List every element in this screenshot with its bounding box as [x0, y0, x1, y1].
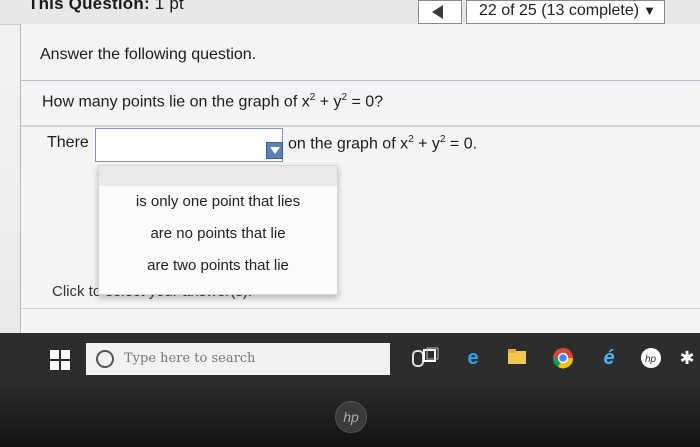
- dropdown-option[interactable]: are two points that lie: [99, 250, 337, 282]
- previous-question-button[interactable]: [418, 0, 462, 24]
- arrow-left-icon: [432, 5, 443, 19]
- chevron-down-icon: ▼: [643, 3, 656, 18]
- dropdown-arrow-icon[interactable]: [266, 142, 283, 159]
- answer-dropdown[interactable]: [95, 128, 283, 162]
- suffix-text-2: + y: [413, 135, 440, 153]
- dropdown-option[interactable]: are no points that lie: [99, 218, 337, 250]
- instruction-text: Answer the following question.: [40, 46, 257, 63]
- answer-prefix: There: [47, 134, 89, 151]
- suffix-text-1: on the graph of x: [288, 135, 409, 153]
- hp-icon[interactable]: hp: [640, 347, 662, 369]
- divider: [21, 308, 700, 309]
- prompt-text-2: + y: [315, 93, 342, 111]
- dropdown-option[interactable]: is only one point that lies: [99, 186, 337, 218]
- prompt-text-1: How many points lie on the graph of x: [42, 93, 310, 111]
- hp-logo: hp: [335, 401, 367, 433]
- cortana-circle-icon: [96, 350, 114, 368]
- taskbar: Type here to search e é hp ✱: [0, 333, 700, 385]
- prompt-text-3: = 0?: [347, 93, 384, 111]
- dropdown-menu: is only one point that lies are no point…: [98, 165, 338, 295]
- browser-viewport: This Question: 1 pt 22 of 25 (13 complet…: [0, 0, 700, 333]
- laptop-bezel: hp: [0, 385, 700, 447]
- question-prompt: How many points lie on the graph of x2 +…: [42, 92, 383, 111]
- file-explorer-icon[interactable]: [506, 347, 528, 369]
- dropdown-option-blank[interactable]: [99, 166, 337, 186]
- divider: [21, 125, 700, 127]
- task-view-icon[interactable]: [420, 347, 442, 369]
- answer-suffix: on the graph of x2 + y2 = 0.: [288, 134, 477, 153]
- taskbar-search-input[interactable]: Type here to search: [86, 343, 390, 375]
- windows-icon[interactable]: [50, 350, 70, 370]
- search-placeholder: Type here to search: [124, 351, 256, 366]
- ie-icon[interactable]: é: [598, 347, 620, 369]
- question-header-bar: This Question: 1 pt 22 of 25 (13 complet…: [0, 0, 700, 25]
- question-points: 1 pt: [154, 0, 184, 13]
- question-title: This Question: 1 pt: [28, 0, 184, 14]
- progress-text: 22 of 25 (13 complete): [479, 2, 640, 19]
- suffix-text-3: = 0.: [445, 135, 478, 153]
- chrome-icon[interactable]: [552, 347, 574, 369]
- question-title-label: This Question:: [28, 0, 150, 13]
- edge-icon[interactable]: e: [462, 347, 484, 369]
- settings-icon[interactable]: ✱: [676, 347, 698, 369]
- question-progress-select[interactable]: 22 of 25 (13 complete) ▼: [466, 0, 665, 24]
- hp-text: hp: [645, 354, 657, 365]
- divider: [21, 80, 700, 81]
- question-panel: Answer the following question. How many …: [20, 24, 700, 333]
